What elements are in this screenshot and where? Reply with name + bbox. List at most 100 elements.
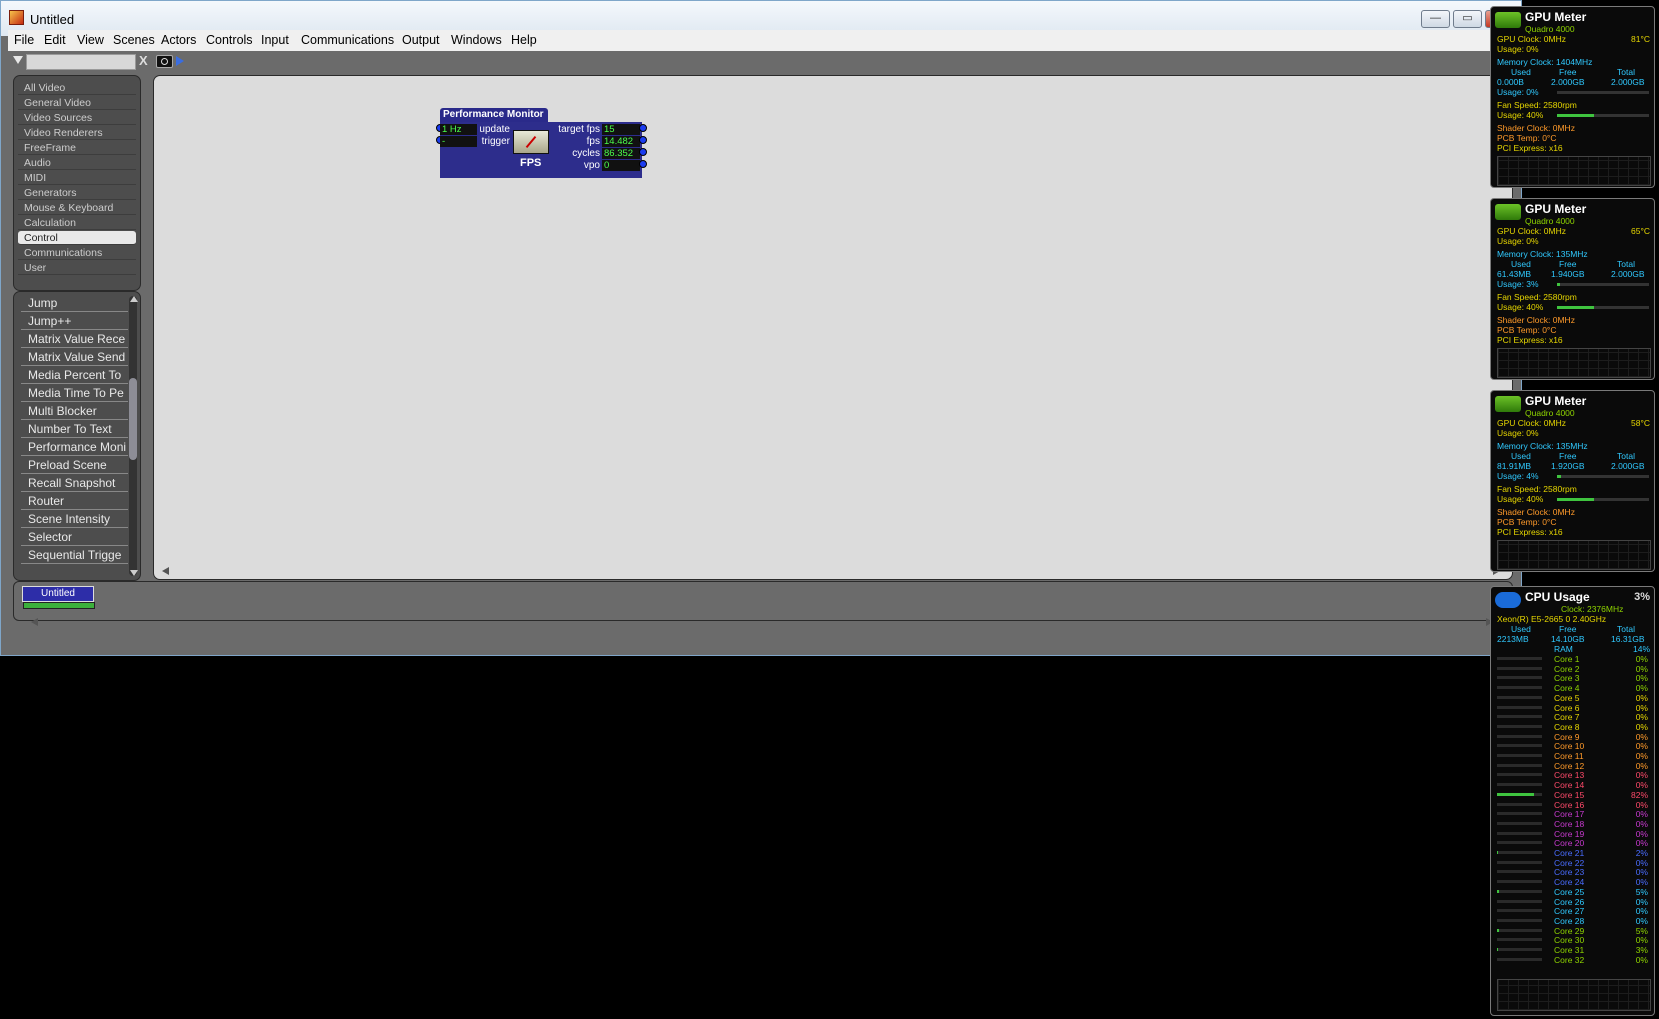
- category-video-renderers[interactable]: Video Renderers: [18, 126, 136, 140]
- fps-value[interactable]: 14.482: [602, 136, 640, 147]
- actor-item[interactable]: Jump++: [21, 313, 128, 330]
- output-port-dot[interactable]: [639, 136, 647, 144]
- actor-item[interactable]: Preload Scene: [21, 457, 128, 474]
- nvidia-logo-icon: [1495, 396, 1521, 412]
- maximize-button[interactable]: ▭: [1453, 10, 1482, 28]
- menu-help[interactable]: Help: [511, 33, 537, 47]
- actor-item[interactable]: Recall Snapshot: [21, 475, 128, 492]
- vpo-value[interactable]: 0: [602, 160, 640, 171]
- actor-item[interactable]: Router: [21, 493, 128, 510]
- category-generators[interactable]: Generators: [18, 186, 136, 200]
- mem-total-header: Total: [1617, 259, 1635, 269]
- core-usage-bar: [1497, 676, 1542, 680]
- actor-body[interactable]: 1 Hz update - trigger FPS target fps 15 …: [436, 122, 647, 178]
- menu-actors[interactable]: Actors: [161, 33, 196, 47]
- actor-item[interactable]: Sequential Trigge: [21, 547, 128, 564]
- actor-item[interactable]: Jump: [21, 295, 128, 312]
- shader-clock: Shader Clock: 0MHz: [1497, 507, 1575, 517]
- menu-output[interactable]: Output: [402, 33, 440, 47]
- scroll-left-icon[interactable]: [31, 618, 38, 626]
- actor-title[interactable]: Performance Monitor: [440, 108, 548, 122]
- actor-item[interactable]: Matrix Value Rece: [21, 331, 128, 348]
- core-value: 0%: [1635, 935, 1648, 946]
- scene-tab[interactable]: Untitled: [22, 586, 94, 602]
- category-control[interactable]: Control: [18, 231, 136, 245]
- category-all-video[interactable]: All Video: [18, 81, 136, 95]
- actor-item[interactable]: Scene Intensity: [21, 511, 128, 528]
- memory-clock: Memory Clock: 1404MHz: [1497, 57, 1593, 67]
- output-port-dot[interactable]: [639, 148, 647, 156]
- category-user[interactable]: User: [18, 261, 136, 275]
- category-midi[interactable]: MIDI: [18, 171, 136, 185]
- actor-item[interactable]: Multi Blocker: [21, 403, 128, 420]
- category-general-video[interactable]: General Video: [18, 96, 136, 110]
- menu-scenes[interactable]: Scenes: [113, 33, 155, 47]
- menu-edit[interactable]: Edit: [44, 33, 66, 47]
- core-name: Core 17: [1554, 809, 1585, 820]
- category-calculation[interactable]: Calculation: [18, 216, 136, 230]
- scroll-up-icon[interactable]: [130, 296, 138, 302]
- gpu-meter-gadget: GPU Meter Quadro 4000 GPU Clock: 0MHz 81°C U…: [1490, 6, 1655, 188]
- core-value: 2%: [1635, 848, 1648, 858]
- scene-intensity-bar: [23, 602, 95, 609]
- core-usage-bar: [1497, 880, 1542, 884]
- menu-input[interactable]: Input: [261, 33, 289, 47]
- core-value: 0%: [1635, 799, 1648, 810]
- canvas-horizontal-scrollbar[interactable]: [162, 566, 1500, 576]
- performance-monitor-actor[interactable]: Performance Monitor 1 Hz update - trigge…: [436, 108, 647, 178]
- ram-free: 14.10GB: [1551, 634, 1585, 644]
- core-value: 0%: [1635, 654, 1648, 664]
- actor-item[interactable]: Matrix Value Send: [21, 349, 128, 366]
- fan-usage-bar: [1557, 498, 1649, 501]
- gpu-usage: Usage: 0%: [1497, 428, 1539, 438]
- category-video-sources[interactable]: Video Sources: [18, 111, 136, 125]
- actor-item[interactable]: Selector: [21, 529, 128, 546]
- scroll-left-icon[interactable]: [162, 567, 169, 575]
- core-usage-bar: [1497, 831, 1542, 835]
- core-name: Core 21: [1554, 848, 1585, 858]
- menu-view[interactable]: View: [77, 33, 104, 47]
- update-input-value[interactable]: 1 Hz: [440, 124, 477, 135]
- core-value: 0%: [1635, 954, 1648, 965]
- target-fps-value[interactable]: 15: [602, 124, 640, 135]
- scroll-down-icon[interactable]: [130, 570, 138, 576]
- actor-item[interactable]: Performance Moni: [21, 439, 128, 456]
- core-value: 0%: [1635, 692, 1648, 703]
- core-usage-fill: [1497, 948, 1499, 951]
- output-port-dot[interactable]: [639, 124, 647, 132]
- scrollbar-thumb[interactable]: [129, 378, 137, 460]
- gpu-meter-gadget: GPU Meter Quadro 4000 GPU Clock: 0MHz 58°C U…: [1490, 390, 1655, 572]
- fan-usage: Usage: 40%: [1497, 110, 1544, 120]
- category-freeframe[interactable]: FreeFrame: [18, 141, 136, 155]
- scene-editor-canvas[interactable]: Performance Monitor 1 Hz update - trigge…: [153, 75, 1513, 580]
- core-name: Core 5: [1554, 692, 1580, 703]
- menu-communications[interactable]: Communications: [301, 33, 394, 47]
- actor-search-input[interactable]: [26, 54, 136, 70]
- search-clear-button[interactable]: X: [139, 53, 148, 68]
- core-value: 0%: [1635, 663, 1648, 674]
- category-audio[interactable]: Audio: [18, 156, 136, 170]
- filter-dropdown-icon[interactable]: [13, 56, 23, 64]
- actor-item[interactable]: Media Percent To: [21, 367, 128, 384]
- menu-controls[interactable]: Controls: [206, 33, 253, 47]
- snapshot-camera-icon[interactable]: [156, 55, 173, 68]
- minimize-button[interactable]: —: [1421, 10, 1450, 28]
- category-communications[interactable]: Communications: [18, 246, 136, 260]
- core-name: Core 27: [1554, 906, 1585, 917]
- core-name: Core 2: [1554, 663, 1580, 674]
- cycles-value[interactable]: 86.352: [602, 148, 640, 159]
- core-usage-bar: [1497, 821, 1542, 825]
- actor-item[interactable]: Media Time To Pe: [21, 385, 128, 402]
- play-icon[interactable]: [176, 56, 184, 66]
- category-mouse-keyboard[interactable]: Mouse & Keyboard: [18, 201, 136, 215]
- actor-list-scrollbar[interactable]: [129, 296, 138, 576]
- core-value: 3%: [1635, 945, 1648, 955]
- menu-file[interactable]: File: [14, 33, 34, 47]
- core-value: 0%: [1635, 867, 1648, 878]
- trigger-input-value[interactable]: -: [440, 136, 477, 147]
- scene-list-scrollbar[interactable]: [31, 617, 1493, 627]
- menu-windows[interactable]: Windows: [451, 33, 502, 47]
- actor-item[interactable]: Number To Text: [21, 421, 128, 438]
- output-port-dot[interactable]: [639, 160, 647, 168]
- pcb-temp: PCB Temp: 0°C: [1497, 517, 1557, 527]
